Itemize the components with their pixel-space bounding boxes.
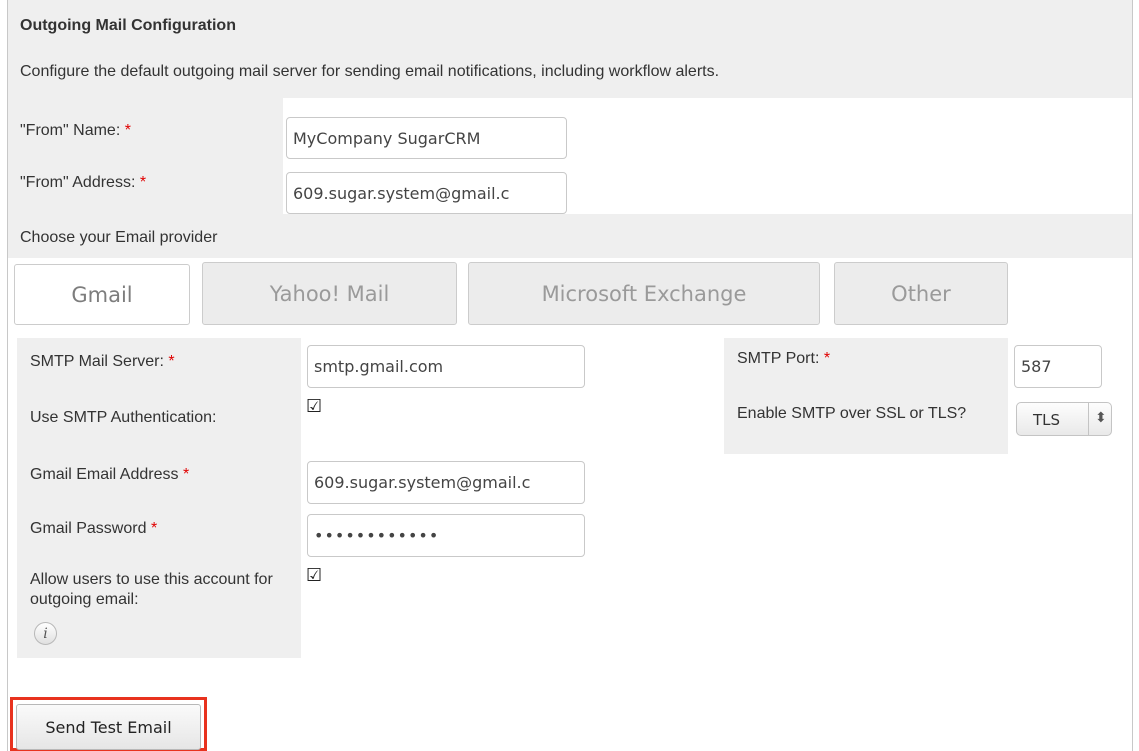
gmail-password-input[interactable]: •••••••••••• bbox=[307, 514, 585, 557]
smtp-server-label: SMTP Mail Server: * bbox=[30, 353, 175, 370]
smtp-ssl-label: Enable SMTP over SSL or TLS? bbox=[737, 405, 967, 422]
smtp-label-panel bbox=[17, 338, 301, 658]
section-description: Configure the default outgoing mail serv… bbox=[20, 63, 720, 80]
section-header bbox=[8, 0, 1132, 98]
from-address-label: "From" Address: * bbox=[20, 174, 147, 191]
gmail-email-label: Gmail Email Address * bbox=[30, 466, 190, 483]
smtp-ssl-select[interactable]: TLS ⬍ bbox=[1016, 402, 1112, 436]
smtp-ssl-select-value: TLS bbox=[1033, 411, 1061, 429]
smtp-auth-checkbox[interactable]: ☑ bbox=[306, 396, 322, 417]
smtp-auth-label: Use SMTP Authentication: bbox=[30, 409, 217, 426]
from-address-input[interactable]: 609.sugar.system@gmail.c bbox=[286, 172, 567, 214]
select-divider bbox=[1088, 403, 1089, 435]
gmail-password-label: Gmail Password * bbox=[30, 520, 158, 537]
allow-users-checkbox[interactable]: ☑ bbox=[306, 565, 322, 586]
smtp-port-input[interactable]: 587 bbox=[1014, 345, 1102, 388]
info-icon[interactable]: i bbox=[34, 622, 57, 645]
tab-microsoft-exchange[interactable]: Microsoft Exchange bbox=[468, 262, 820, 325]
chevron-updown-icon: ⬍ bbox=[1095, 410, 1107, 426]
tab-other[interactable]: Other bbox=[834, 262, 1008, 325]
from-name-label: "From" Name: * bbox=[20, 122, 131, 139]
from-label-panel bbox=[8, 98, 283, 214]
from-name-input[interactable]: MyCompany SugarCRM bbox=[286, 117, 567, 159]
smtp-server-input[interactable]: smtp.gmail.com bbox=[307, 345, 585, 388]
send-test-email-button[interactable]: Send Test Email bbox=[16, 704, 201, 750]
tab-gmail[interactable]: Gmail bbox=[14, 264, 190, 325]
smtp-port-label: SMTP Port: * bbox=[737, 350, 831, 367]
allow-users-label: Allow users to use this account for outg… bbox=[30, 571, 273, 608]
gmail-email-input[interactable]: 609.sugar.system@gmail.c bbox=[307, 461, 585, 504]
section-title: Outgoing Mail Configuration bbox=[20, 17, 236, 34]
provider-heading: Choose your Email provider bbox=[20, 229, 218, 246]
tab-yahoo-mail[interactable]: Yahoo! Mail bbox=[202, 262, 457, 325]
frame-border-right bbox=[1132, 0, 1133, 751]
